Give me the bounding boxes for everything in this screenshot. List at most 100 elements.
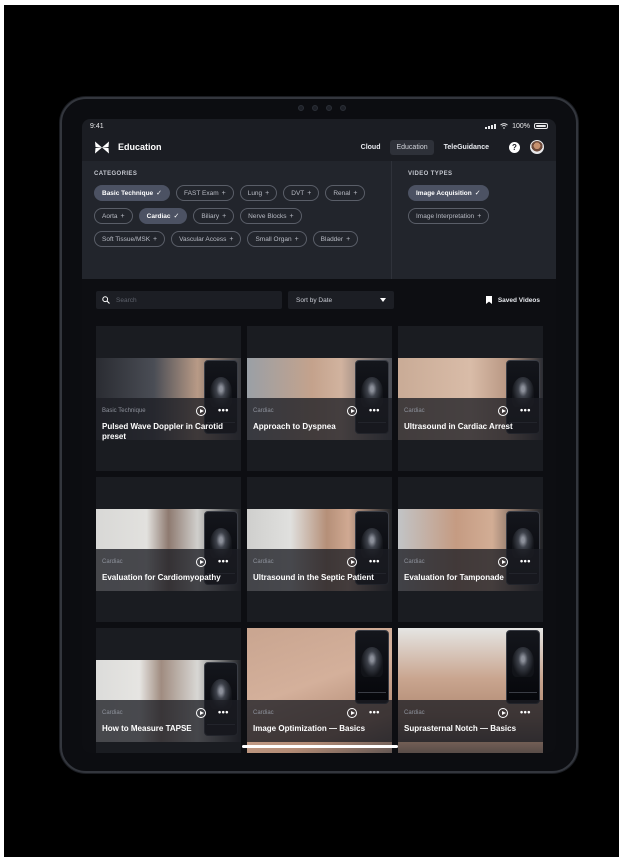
play-icon[interactable] (347, 557, 357, 567)
category-chip-renal[interactable]: Renal + (325, 185, 366, 201)
search-input[interactable] (116, 296, 266, 304)
nav-education[interactable]: Education (390, 139, 434, 155)
video-title: Evaluation for Cardiomyopathy (102, 573, 221, 582)
more-options-icon[interactable]: ••• (369, 557, 380, 566)
play-icon[interactable] (347, 708, 357, 718)
video-category: Cardiac (253, 559, 274, 565)
more-options-icon[interactable]: ••• (369, 708, 380, 717)
video-card[interactable]: Cardiac How to Measure TAPSE ••• (96, 628, 241, 753)
more-options-icon[interactable]: ••• (520, 406, 531, 415)
battery-icon (534, 123, 548, 129)
ultrasound-screen-icon (506, 630, 540, 704)
category-chip-biliary[interactable]: Biliary + (193, 208, 235, 224)
camera-array (282, 103, 362, 113)
top-nav: Education Cloud Education TeleGuidance ? (82, 133, 556, 161)
play-icon[interactable] (498, 708, 508, 718)
video-category: Cardiac (404, 559, 425, 565)
video-card[interactable]: Cardiac Image Optimization — Basics ••• (247, 628, 392, 753)
video-card[interactable]: Cardiac Suprasternal Notch — Basics ••• (398, 628, 543, 753)
more-options-icon[interactable]: ••• (218, 708, 229, 717)
category-chip-fast-exam[interactable]: FAST Exam + (176, 185, 234, 201)
saved-videos-button[interactable]: Saved Videos (485, 291, 540, 309)
plus-icon: + (221, 189, 226, 197)
plus-icon: + (120, 212, 125, 220)
category-chip-aorta[interactable]: Aorta + (94, 208, 133, 224)
chip-label: Aorta (102, 212, 118, 220)
play-icon[interactable] (196, 708, 206, 718)
more-options-icon[interactable]: ••• (218, 406, 229, 415)
ultrasound-screen-icon (355, 630, 389, 704)
video-type-chip-image-interpretation[interactable]: Image Interpretation + (408, 208, 490, 224)
video-card[interactable]: Basic Technique Pulsed Wave Doppler in Ca… (96, 326, 241, 471)
nav-cloud[interactable]: Cloud (355, 140, 387, 155)
plus-icon: + (265, 189, 270, 197)
video-card[interactable]: Cardiac Approach to Dyspnea ••• (247, 326, 392, 471)
more-options-icon[interactable]: ••• (520, 557, 531, 566)
video-title: Ultrasound in the Septic Patient (253, 573, 374, 582)
play-icon[interactable] (196, 406, 206, 416)
sort-dropdown[interactable]: Sort by Date (288, 291, 394, 309)
video-card[interactable]: Cardiac Ultrasound in the Septic Patient •… (247, 477, 392, 622)
home-indicator (242, 745, 398, 748)
wifi-icon (500, 123, 508, 129)
plus-icon: + (289, 212, 294, 220)
video-type-chip-image-acquisition[interactable]: Image Acquisition ✓ (408, 185, 489, 201)
video-title: Approach to Dyspnea (253, 422, 336, 431)
video-category: Basic Technique (102, 408, 146, 414)
category-chip-small-organ[interactable]: Small Organ + (247, 231, 307, 247)
category-chip-dvt[interactable]: DVT + (283, 185, 320, 201)
chip-label: Bladder (320, 235, 344, 243)
video-title: Ultrasound in Cardiac Arrest (404, 422, 513, 431)
chip-label: Lung (247, 189, 263, 197)
video-title: How to Measure TAPSE (102, 724, 192, 733)
video-type-row: Image Interpretation + (408, 208, 540, 224)
tablet-frame: 9:41 100% Education Cloud Education Tele… (60, 97, 578, 773)
search-box[interactable] (96, 291, 282, 309)
play-icon[interactable] (347, 406, 357, 416)
more-options-icon[interactable]: ••• (218, 557, 229, 566)
video-card[interactable]: Cardiac Evaluation for Cardiomyopathy ••• (96, 477, 241, 622)
category-chip-cardiac[interactable]: Cardiac ✓ (138, 208, 188, 224)
nav-teleguidance[interactable]: TeleGuidance (438, 140, 495, 155)
video-category: Cardiac (404, 710, 425, 716)
avatar[interactable] (530, 140, 544, 154)
chip-label: DVT (291, 189, 305, 197)
category-chip-row: Soft Tissue/MSK + Vascular Access + Small Or… (94, 231, 379, 247)
category-chip-vascular-access[interactable]: Vascular Access + (171, 231, 242, 247)
plus-icon: + (353, 189, 358, 197)
bookmark-icon (485, 296, 492, 304)
plus-icon: + (307, 189, 312, 197)
help-icon[interactable]: ? (509, 141, 520, 153)
filter-panel: CATEGORIES Basic Technique ✓ FAST Exam + Lun… (82, 161, 556, 279)
chip-label: Cardiac (146, 212, 171, 220)
page-title: Education (118, 142, 162, 152)
plus-icon: + (153, 235, 158, 243)
play-icon[interactable] (498, 557, 508, 567)
video-card[interactable]: Cardiac Ultrasound in Cardiac Arrest ••• (398, 326, 543, 471)
chip-label: FAST Exam (184, 189, 219, 197)
video-category: Cardiac (404, 408, 425, 414)
play-icon[interactable] (196, 557, 206, 567)
category-chip-row: Aorta + Cardiac ✓ Biliary + Nerve Blocks + (94, 208, 379, 224)
chip-label: Vascular Access (179, 235, 227, 243)
category-chip-soft-tissue-msk[interactable]: Soft Tissue/MSK + (94, 231, 166, 247)
category-chip-bladder[interactable]: Bladder + (312, 231, 359, 247)
caret-down-icon (380, 298, 386, 302)
category-chip-basic-technique[interactable]: Basic Technique ✓ (94, 185, 171, 201)
video-category: Cardiac (102, 559, 123, 565)
chip-label: Image Acquisition (416, 189, 472, 197)
category-chip-row: Basic Technique ✓ FAST Exam + Lung + DVT + Renal… (94, 185, 379, 201)
chip-label: Renal (333, 189, 351, 197)
more-options-icon[interactable]: ••• (520, 708, 531, 717)
category-chip-lung[interactable]: Lung + (239, 185, 278, 201)
signal-icon (485, 123, 497, 129)
play-icon[interactable] (498, 406, 508, 416)
video-title: Evaluation for Tamponade (404, 573, 504, 582)
sort-label: Sort by Date (296, 296, 333, 304)
category-chip-nerve-blocks[interactable]: Nerve Blocks + (240, 208, 302, 224)
plus-icon: + (346, 235, 351, 243)
video-card[interactable]: Cardiac Evaluation for Tamponade ••• (398, 477, 543, 622)
check-icon: ✓ (173, 213, 180, 220)
app-screen: 9:41 100% Education Cloud Education Tele… (82, 119, 556, 753)
more-options-icon[interactable]: ••• (369, 406, 380, 415)
